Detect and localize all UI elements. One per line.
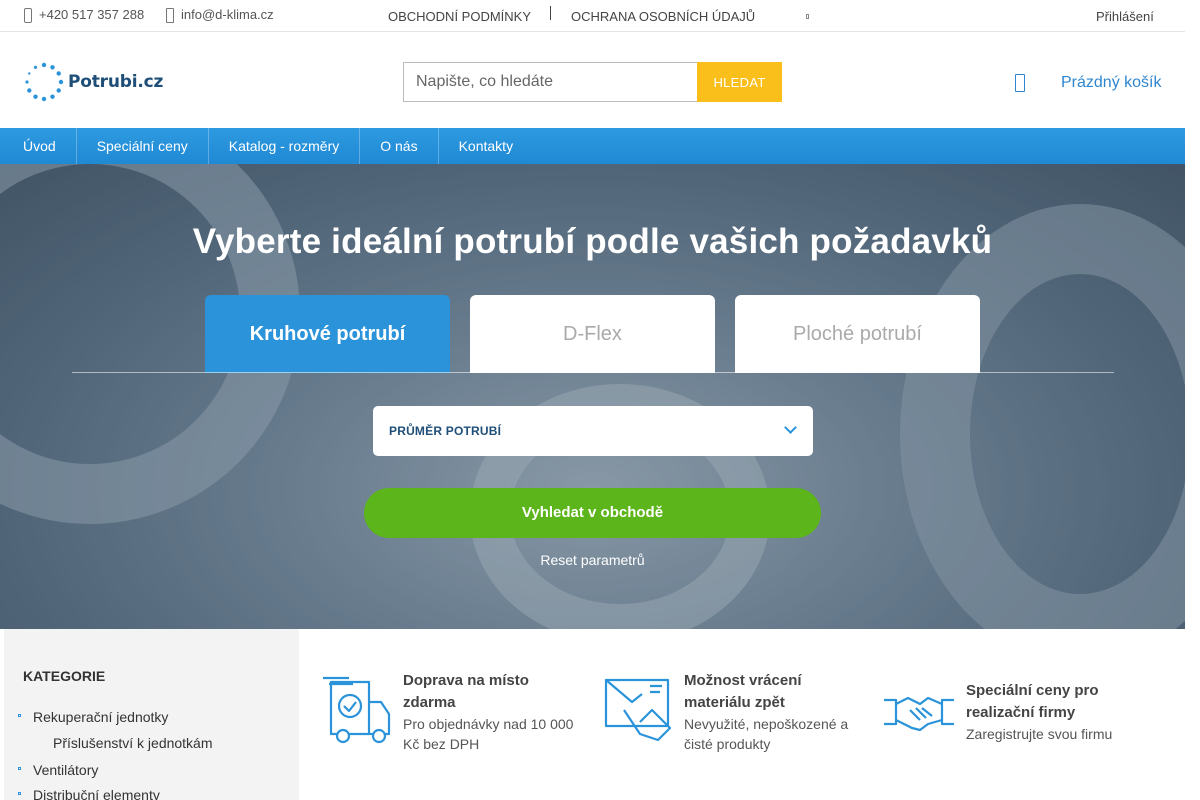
search-input[interactable] [403,62,697,102]
terms-link[interactable]: OBCHODNÍ PODMÍNKY [388,9,531,24]
email-contact[interactable]: info@d-klima.cz [165,7,274,23]
diameter-select-label: PRŮMĚR POTRUBÍ [389,424,502,438]
phone-icon [23,7,32,23]
return-box-icon [604,678,672,742]
feature-subtitle: Pro objednávky nad 10 000 Kč bez DPH [403,716,574,752]
sidebar-title: KATEGORIE [23,668,106,684]
tab-flat-pipe[interactable]: Ploché potrubí [735,295,980,373]
tab-divider [72,372,1114,373]
feature-returns: Možnost vrácení materiálu zpět Nevyužité… [602,670,872,754]
login-link[interactable]: Přihlášení [1096,9,1154,24]
reset-parameters-link[interactable]: Reset parametrů [0,552,1185,568]
link-separator [550,6,551,20]
search-shop-button[interactable]: Vyhledat v obchodě [364,488,821,538]
mail-icon [165,7,174,23]
nav-item-contacts[interactable]: Kontakty [439,128,533,164]
feature-subtitle: Zaregistrujte svou firmu [966,726,1113,742]
search-button[interactable]: HLEDAT [697,62,782,102]
phone-number[interactable]: +420 517 357 288 [39,7,144,22]
tab-d-flex[interactable]: D-Flex [470,295,715,373]
feature-subtitle: Nevyužité, nepoškozené a čisté produkty [684,716,849,752]
feature-free-delivery: Doprava na místo zdarma Pro objednávky n… [319,670,584,754]
phone-contact[interactable]: +420 517 357 288 [23,7,144,23]
feature-special-prices: Speciální ceny pro realizační firmy Zare… [882,680,1167,744]
feature-title: Možnost vrácení materiálu zpět [684,672,802,711]
delivery-truck-icon [323,676,391,744]
cart-link[interactable]: Prázdný košík [1061,74,1161,92]
main-nav: Úvod Speciální ceny Katalog - rozměry O … [0,128,1185,164]
chevron-down-icon [784,421,797,434]
site-logo[interactable]: Potrubi.cz [24,62,163,102]
feature-title: Speciální ceny pro realizační firmy [966,682,1099,721]
diameter-select[interactable]: PRŮMĚR POTRUBÍ [373,406,813,456]
category-item[interactable]: Rekuperační jednotky [33,709,168,725]
handshake-icon [884,696,954,732]
privacy-link[interactable]: OCHRANA OSOBNÍCH ÚDAJŮ [571,9,755,24]
logo-icon [25,62,64,102]
nav-item-uvod[interactable]: Úvod [0,128,77,164]
nav-item-special-prices[interactable]: Speciální ceny [77,128,209,164]
category-sidebar: KATEGORIE Rekuperační jednotky Příslušen… [4,629,299,800]
category-item[interactable]: Ventilátory [33,762,98,778]
category-subitem[interactable]: Příslušenství k jednotkám [53,735,213,751]
search-bar: HLEDAT [403,62,782,102]
nav-item-about[interactable]: O nás [360,128,439,164]
category-item[interactable]: Distribuční elementy [33,787,160,800]
tab-round-pipe[interactable]: Kruhové potrubí [205,295,450,373]
cart-icon[interactable] [1015,74,1025,92]
bullet-icon [18,767,21,770]
nav-item-catalog[interactable]: Katalog - rozměry [209,128,361,164]
email-address[interactable]: info@d-klima.cz [181,7,274,22]
language-icon[interactable] [806,14,809,19]
bullet-icon [18,714,21,717]
site-header: Potrubi.cz HLEDAT Prázdný košík [0,32,1185,128]
hero-filter: Vyberte ideální potrubí podle vašich pož… [0,164,1185,629]
feature-title: Doprava na místo zdarma [403,672,529,711]
top-bar: +420 517 357 288 info@d-klima.cz OBCHODN… [0,0,1185,32]
hero-title: Vyberte ideální potrubí podle vašich pož… [192,222,993,261]
bullet-icon [18,792,21,795]
logo-text: Potrubi.cz [68,72,164,92]
